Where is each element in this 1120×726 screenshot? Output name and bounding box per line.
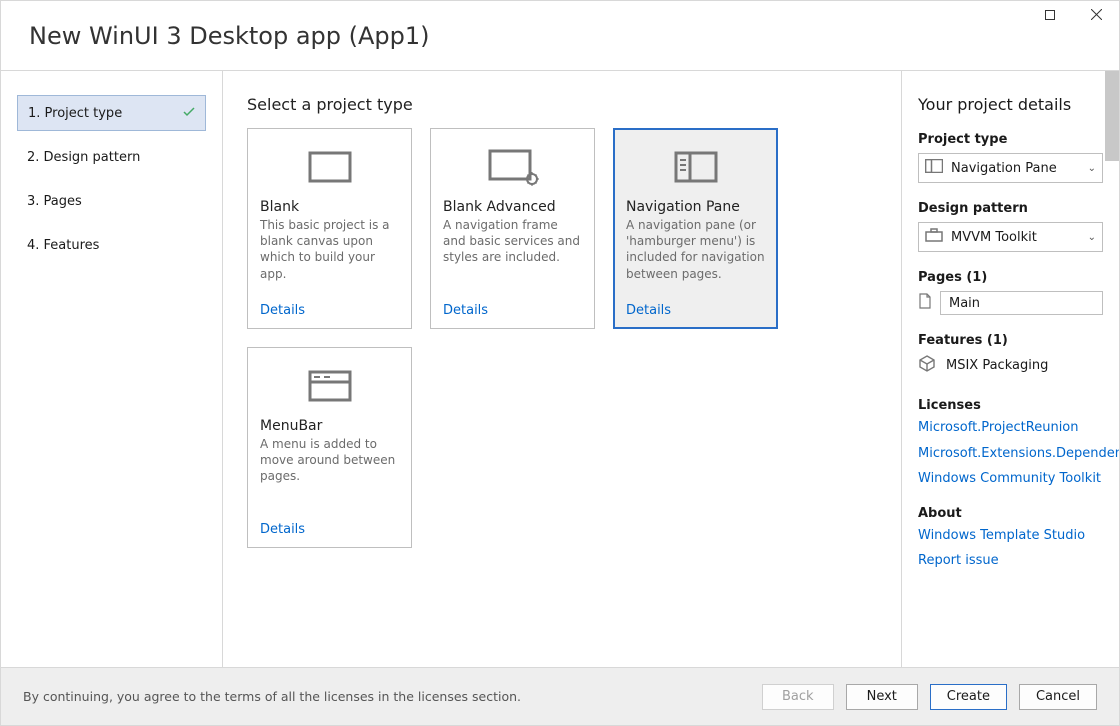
- pages-label: Pages (1): [918, 270, 1103, 285]
- navigation-pane-icon: [626, 143, 765, 191]
- card-details-link[interactable]: Details: [443, 303, 582, 318]
- licenses-links: Microsoft.ProjectReunion Microsoft.Exten…: [918, 419, 1103, 488]
- card-desc: A menu is added to move around between p…: [260, 436, 399, 522]
- license-link[interactable]: Windows Community Toolkit: [918, 470, 1103, 488]
- dropdown-value: Navigation Pane: [951, 161, 1080, 176]
- create-button[interactable]: Create: [930, 684, 1007, 710]
- card-blank[interactable]: Blank This basic project is a blank canv…: [247, 128, 412, 329]
- blank-icon: [260, 143, 399, 191]
- check-icon: [183, 106, 195, 121]
- card-menubar[interactable]: MenuBar A menu is added to move around b…: [247, 347, 412, 548]
- maximize-button[interactable]: [1027, 1, 1073, 31]
- step-label: 1. Project type: [28, 106, 122, 121]
- step-features[interactable]: 4. Features: [17, 227, 206, 263]
- chevron-down-icon: ⌄: [1088, 232, 1096, 243]
- license-link[interactable]: Microsoft.Extensions.DependencyInjection: [918, 445, 1103, 463]
- scrollbar-thumb[interactable]: [1105, 71, 1119, 161]
- card-navigation-pane[interactable]: Navigation Pane A navigation pane (or 'h…: [613, 128, 778, 329]
- dropdown-value: MVVM Toolkit: [951, 230, 1080, 245]
- main-content: Select a project type Blank This basic p…: [223, 71, 901, 667]
- menubar-icon: [260, 362, 399, 410]
- details-heading: Your project details: [918, 95, 1103, 114]
- details-panel: Your project details Project type Naviga…: [901, 71, 1119, 667]
- chevron-down-icon: ⌄: [1088, 163, 1096, 174]
- steps-sidebar: 1. Project type 2. Design pattern 3. Pag…: [1, 71, 223, 667]
- step-project-type[interactable]: 1. Project type: [17, 95, 206, 131]
- design-pattern-dropdown[interactable]: MVVM Toolkit ⌄: [918, 222, 1103, 252]
- dialog-body: 1. Project type 2. Design pattern 3. Pag…: [1, 71, 1119, 667]
- license-link[interactable]: Microsoft.ProjectReunion: [918, 419, 1103, 437]
- card-blank-advanced[interactable]: Blank Advanced A navigation frame and ba…: [430, 128, 595, 329]
- licenses-label: Licenses: [918, 398, 1103, 413]
- close-icon: [1091, 9, 1102, 24]
- project-type-label: Project type: [918, 132, 1103, 147]
- maximize-icon: [1045, 9, 1055, 24]
- step-label: 4. Features: [27, 238, 99, 253]
- cancel-button[interactable]: Cancel: [1019, 684, 1097, 710]
- navigation-pane-small-icon: [925, 159, 943, 177]
- card-title: Blank Advanced: [443, 199, 582, 215]
- next-button[interactable]: Next: [846, 684, 918, 710]
- dialog-footer: By continuing, you agree to the terms of…: [1, 667, 1119, 725]
- window-controls: [1027, 1, 1119, 31]
- card-title: MenuBar: [260, 418, 399, 434]
- card-desc: This basic project is a blank canvas upo…: [260, 217, 399, 303]
- dialog-window: New WinUI 3 Desktop app (App1) 1. Projec…: [0, 0, 1120, 726]
- step-design-pattern[interactable]: 2. Design pattern: [17, 139, 206, 175]
- design-pattern-label: Design pattern: [918, 201, 1103, 216]
- close-button[interactable]: [1073, 1, 1119, 31]
- about-link[interactable]: Windows Template Studio: [918, 527, 1103, 545]
- package-icon: [918, 354, 936, 376]
- project-type-cards: Blank This basic project is a blank canv…: [247, 128, 877, 548]
- back-button: Back: [762, 684, 834, 710]
- page-row: Main: [918, 291, 1103, 315]
- page-name-value: Main: [949, 296, 980, 311]
- card-title: Blank: [260, 199, 399, 215]
- card-desc: A navigation pane (or 'hamburger menu') …: [626, 217, 765, 303]
- features-label: Features (1): [918, 333, 1103, 348]
- step-pages[interactable]: 3. Pages: [17, 183, 206, 219]
- card-details-link[interactable]: Details: [260, 303, 399, 318]
- step-label: 3. Pages: [27, 194, 82, 209]
- step-label: 2. Design pattern: [27, 150, 140, 165]
- page-name-field[interactable]: Main: [940, 291, 1103, 315]
- about-links: Windows Template Studio Report issue: [918, 527, 1103, 570]
- page-icon: [918, 293, 932, 313]
- card-details-link[interactable]: Details: [626, 303, 765, 318]
- dialog-title: New WinUI 3 Desktop app (App1): [29, 22, 430, 50]
- main-heading: Select a project type: [247, 95, 877, 114]
- about-link[interactable]: Report issue: [918, 552, 1103, 570]
- card-title: Navigation Pane: [626, 199, 765, 215]
- toolkit-icon: [925, 228, 943, 246]
- card-desc: A navigation frame and basic services an…: [443, 217, 582, 303]
- about-label: About: [918, 506, 1103, 521]
- project-type-dropdown[interactable]: Navigation Pane ⌄: [918, 153, 1103, 183]
- blank-advanced-icon: [443, 143, 582, 191]
- card-details-link[interactable]: Details: [260, 522, 399, 537]
- titlebar: New WinUI 3 Desktop app (App1): [1, 1, 1119, 71]
- feature-name: MSIX Packaging: [946, 358, 1048, 373]
- feature-row: MSIX Packaging: [918, 354, 1103, 376]
- footer-text: By continuing, you agree to the terms of…: [23, 689, 750, 704]
